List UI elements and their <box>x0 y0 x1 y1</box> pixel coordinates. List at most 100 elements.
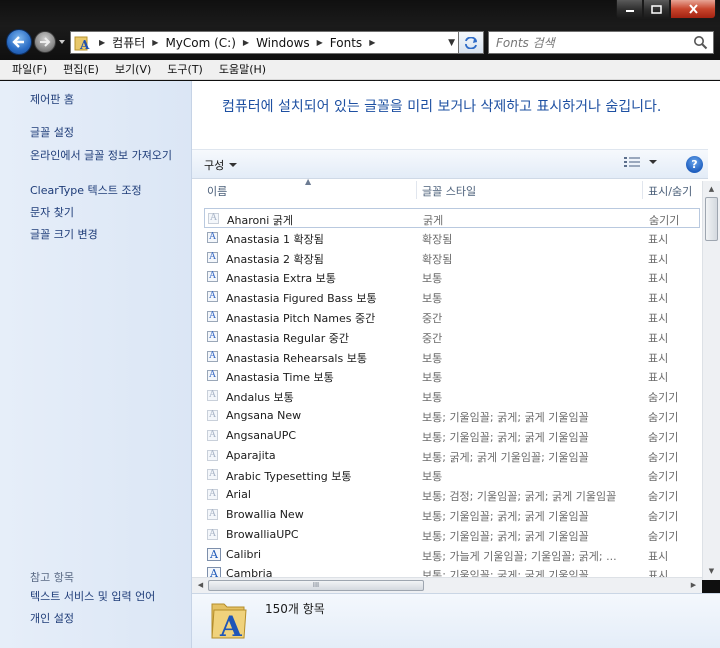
font-row[interactable]: A Aparajita 보통; 굵게; 굵게 기울임꼴; 기울임꼴 숨기기 <box>204 446 700 466</box>
font-row[interactable]: A Anastasia 2 확장됨 확장됨 표시 <box>204 248 700 268</box>
column-divider[interactable] <box>416 181 417 199</box>
column-name[interactable]: 이름 <box>207 183 227 199</box>
address-bar[interactable]: A ▶ 컴퓨터 ▶ MyCom (C:) ▶ Windows ▶ Fonts ▶… <box>70 31 460 54</box>
menu-bar: 파일(F) 편집(E) 보기(V) 도구(T) 도움말(H) <box>0 60 720 80</box>
search-input[interactable] <box>496 35 686 50</box>
vertical-scrollbar[interactable]: ▲ ▼ <box>702 181 720 580</box>
font-visibility: 숨기기 <box>649 214 680 227</box>
font-row[interactable]: A AngsanaUPC 보통; 기울임꼴; 굵게; 굵게 기울임꼴 숨기기 <box>204 426 700 446</box>
column-divider[interactable] <box>642 181 643 199</box>
font-name: Anastasia 2 확장됨 <box>226 253 324 266</box>
font-row[interactable]: A Angsana New 보통; 기울임꼴; 굵게; 굵게 기울임꼴 숨기기 <box>204 406 700 426</box>
font-file-icon: A <box>207 252 218 263</box>
font-style: 보통; 기울임꼴; 굵게; 굵게 기울임꼴 <box>422 431 589 444</box>
font-row[interactable]: A Aharoni 굵게 굵게 숨기기 <box>204 208 700 228</box>
font-row[interactable]: A Anastasia Rehearsals 보통 보통 표시 <box>204 347 700 367</box>
minimize-button[interactable] <box>616 0 643 19</box>
breadcrumb-computer[interactable]: 컴퓨터 <box>112 34 145 51</box>
breadcrumb-fonts[interactable]: Fonts <box>330 36 362 50</box>
explorer-window: A ▶ 컴퓨터 ▶ MyCom (C:) ▶ Windows ▶ Fonts ▶… <box>0 0 720 648</box>
font-name: Andalus 보통 <box>226 391 294 404</box>
column-headers: ▲ 이름 글꼴 스타일 표시/숨기 <box>192 177 704 199</box>
text-services-link[interactable]: 텍스트 서비스 및 입력 언어 <box>30 590 185 604</box>
breadcrumb-separator-icon[interactable]: ▶ <box>152 38 158 47</box>
change-view-button[interactable] <box>624 156 657 168</box>
find-character-link[interactable]: 문자 찾기 <box>30 206 185 220</box>
font-row[interactable]: A Anastasia Time 보통 보통 표시 <box>204 366 700 386</box>
menu-file[interactable]: 파일(F) <box>4 60 55 80</box>
font-visibility: 표시 <box>648 332 669 345</box>
scroll-right-icon[interactable]: ▶ <box>687 579 700 592</box>
search-icon[interactable] <box>693 35 708 50</box>
control-panel-home-link[interactable]: 제어판 홈 <box>30 93 185 107</box>
breadcrumb-windows[interactable]: Windows <box>256 36 310 50</box>
content-pane: 컴퓨터에 설치되어 있는 글꼴을 미리 보거나 삭제하고 표시하거나 숨깁니다.… <box>192 81 720 580</box>
scroll-left-icon[interactable]: ◀ <box>194 579 207 592</box>
font-style: 보통; 기울임꼴; 굵게; 굵게 기울임꼴 <box>422 411 589 424</box>
maximize-icon <box>651 4 662 14</box>
font-row[interactable]: A Anastasia Pitch Names 중간 중간 표시 <box>204 307 700 327</box>
font-row[interactable]: A Arabic Typesetting 보통 보통 숨기기 <box>204 465 700 485</box>
font-visibility: 숨기기 <box>648 431 679 444</box>
font-name: Arial <box>226 488 251 501</box>
font-style: 중간 <box>422 332 443 345</box>
font-style: 보통 <box>422 272 443 285</box>
font-settings-link[interactable]: 글꼴 설정 <box>30 126 185 140</box>
address-dropdown-icon[interactable]: ▼ <box>448 38 455 48</box>
column-show-hide[interactable]: 표시/숨기 <box>648 183 692 199</box>
search-box[interactable] <box>488 31 714 54</box>
change-font-size-link[interactable]: 글꼴 크기 변경 <box>30 228 185 242</box>
breadcrumb-separator-icon[interactable]: ▶ <box>317 38 323 47</box>
font-row[interactable]: A Anastasia Extra 보통 보통 표시 <box>204 267 700 287</box>
font-visibility: 표시 <box>648 233 669 246</box>
font-row[interactable]: A Anastasia 1 확장됨 확장됨 표시 <box>204 228 700 248</box>
task-pane: 제어판 홈 글꼴 설정 온라인에서 글꼴 정보 가져오기 ClearType 텍… <box>0 81 192 648</box>
font-visibility: 숨기기 <box>648 530 679 543</box>
font-row[interactable]: A Calibri 보통; 가늘게 기울임꼴; 기울임꼴; 굵게; ... 표시 <box>204 545 700 565</box>
refresh-icon <box>465 36 477 49</box>
font-row[interactable]: A BrowalliaUPC 보통; 기울임꼴; 굵게; 굵게 기울임꼴 숨기기 <box>204 525 700 545</box>
breadcrumb-separator-icon[interactable]: ▶ <box>99 38 105 47</box>
font-file-icon: A <box>207 450 218 461</box>
font-row[interactable]: A Anastasia Regular 중간 중간 표시 <box>204 327 700 347</box>
recent-pages-dropdown-icon[interactable] <box>58 38 66 46</box>
breadcrumb-separator-icon[interactable]: ▶ <box>369 38 375 47</box>
font-file-icon: A <box>207 469 218 480</box>
refresh-button[interactable] <box>458 31 484 54</box>
organize-button[interactable]: 구성 <box>204 157 238 173</box>
font-row[interactable]: A Arial 보통; 검정; 기울임꼴; 굵게; 굵게 기울임꼴 숨기기 <box>204 485 700 505</box>
font-row[interactable]: A Browallia New 보통; 기울임꼴; 굵게; 굵게 기울임꼴 숨기기 <box>204 505 700 525</box>
column-font-style[interactable]: 글꼴 스타일 <box>422 183 476 199</box>
scroll-thumb-horizontal[interactable]: III <box>208 580 424 591</box>
font-file-icon: A <box>207 509 218 520</box>
get-font-info-online-link[interactable]: 온라인에서 글꼴 정보 가져오기 <box>30 149 185 163</box>
see-also-heading: 참고 항목 <box>30 571 74 584</box>
close-button[interactable] <box>670 0 716 19</box>
menu-edit[interactable]: 편집(E) <box>55 60 107 80</box>
back-button[interactable] <box>6 29 32 55</box>
help-button[interactable]: ? <box>686 156 703 173</box>
forward-button[interactable] <box>34 31 56 53</box>
horizontal-scrollbar[interactable]: ◀ III ▶ <box>192 577 702 593</box>
breadcrumb-drive[interactable]: MyCom (C:) <box>165 36 235 50</box>
font-name: Anastasia Pitch Names 중간 <box>226 312 376 325</box>
font-name: Calibri <box>226 548 262 561</box>
scroll-up-icon[interactable]: ▲ <box>705 183 718 196</box>
scroll-down-icon[interactable]: ▼ <box>705 565 718 578</box>
font-row[interactable]: A Anastasia Figured Bass 보통 보통 표시 <box>204 287 700 307</box>
menu-tools[interactable]: 도구(T) <box>159 60 211 80</box>
font-name: Browallia New <box>226 508 304 521</box>
menu-help[interactable]: 도움말(H) <box>211 60 274 80</box>
menu-view[interactable]: 보기(V) <box>107 60 159 80</box>
maximize-button[interactable] <box>643 0 670 19</box>
font-row[interactable]: A Andalus 보통 보통 숨기기 <box>204 386 700 406</box>
cleartype-tuner-link[interactable]: ClearType 텍스트 조정 <box>30 184 185 198</box>
personalization-link[interactable]: 개인 설정 <box>30 612 185 626</box>
font-name: Angsana New <box>226 409 302 422</box>
scroll-thumb[interactable] <box>705 197 718 241</box>
font-style: 확장됨 <box>422 253 453 266</box>
breadcrumb-separator-icon[interactable]: ▶ <box>243 38 249 47</box>
font-file-icon: A <box>207 271 218 282</box>
font-style: 보통 <box>422 470 443 483</box>
chevron-down-icon <box>229 163 238 167</box>
